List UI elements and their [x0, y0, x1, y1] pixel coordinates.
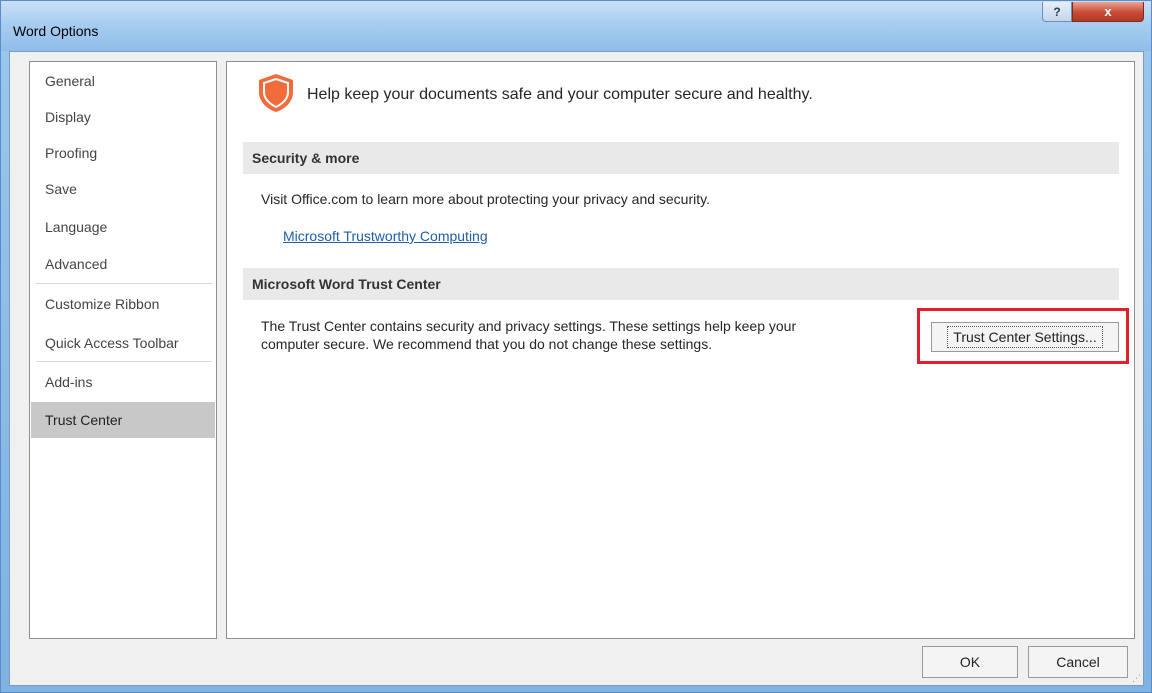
sidebar-item-label: Proofing [45, 145, 98, 161]
sidebar-item-label: Save [45, 181, 77, 197]
resize-grip-icon[interactable]: ⋰ [1131, 673, 1141, 683]
sidebar-item-label: Advanced [45, 256, 108, 272]
sidebar-item-general[interactable]: General [31, 63, 215, 99]
section-header-security: Security & more [243, 142, 1119, 174]
sidebar-item-label: Language [45, 219, 108, 235]
title-bar[interactable]: Word Options ? x [1, 1, 1151, 51]
sidebar-item-quick-access-toolbar[interactable]: Quick Access Toolbar [31, 325, 215, 361]
page-headline: Help keep your documents safe and your c… [307, 86, 813, 103]
help-button[interactable]: ? [1042, 2, 1072, 22]
window-title: Word Options [13, 23, 99, 39]
ok-label: OK [959, 654, 981, 670]
cancel-label: Cancel [1056, 654, 1100, 670]
sidebar-item-trust-center[interactable]: Trust Center [31, 402, 215, 438]
sidebar-item-label: Quick Access Toolbar [45, 335, 179, 351]
sidebar-item-label: Customize Ribbon [45, 296, 160, 312]
section-header-trust-center: Microsoft Word Trust Center [243, 268, 1119, 300]
trust-center-settings-button[interactable]: Trust Center Settings... [931, 322, 1119, 352]
cancel-button[interactable]: Cancel [1028, 646, 1128, 678]
ok-button[interactable]: OK [922, 646, 1018, 678]
trust-center-text-line: The Trust Center contains security and p… [261, 318, 797, 334]
sidebar-divider [36, 361, 212, 362]
section-title: Microsoft Word Trust Center [252, 276, 441, 292]
sidebar-item-label: Add-ins [45, 374, 93, 390]
sidebar-item-proofing[interactable]: Proofing [31, 135, 215, 171]
sidebar-item-add-ins[interactable]: Add-ins [31, 364, 215, 400]
sidebar-item-advanced[interactable]: Advanced [31, 246, 215, 282]
security-description: Visit Office.com to learn more about pro… [261, 191, 710, 207]
close-icon: x [1104, 4, 1112, 19]
sidebar-item-label: General [45, 73, 95, 89]
word-options-dialog: Word Options ? x General Display Proofin… [0, 0, 1152, 693]
sidebar-item-language[interactable]: Language [31, 209, 215, 245]
dialog-client-area: General Display Proofing Save Language A… [9, 51, 1144, 686]
help-icon: ? [1053, 4, 1061, 19]
section-title: Security & more [252, 150, 360, 166]
sidebar-item-label: Display [45, 109, 91, 125]
sidebar-item-display[interactable]: Display [31, 99, 215, 135]
sidebar-divider [36, 283, 212, 284]
trust-center-description: The Trust Center contains security and p… [261, 317, 796, 353]
trust-center-panel: Help keep your documents safe and your c… [226, 61, 1135, 639]
sidebar-item-customize-ribbon[interactable]: Customize Ribbon [31, 286, 215, 322]
sidebar-item-save[interactable]: Save [31, 171, 215, 207]
trustworthy-computing-link[interactable]: Microsoft Trustworthy Computing [283, 228, 488, 244]
trust-center-text-line: computer secure. We recommend that you d… [261, 336, 713, 352]
shield-icon [259, 74, 293, 112]
sidebar-item-label: Trust Center [45, 412, 123, 428]
options-sidebar: General Display Proofing Save Language A… [29, 61, 217, 639]
trust-center-settings-label: Trust Center Settings... [947, 326, 1103, 348]
close-button[interactable]: x [1072, 2, 1144, 22]
